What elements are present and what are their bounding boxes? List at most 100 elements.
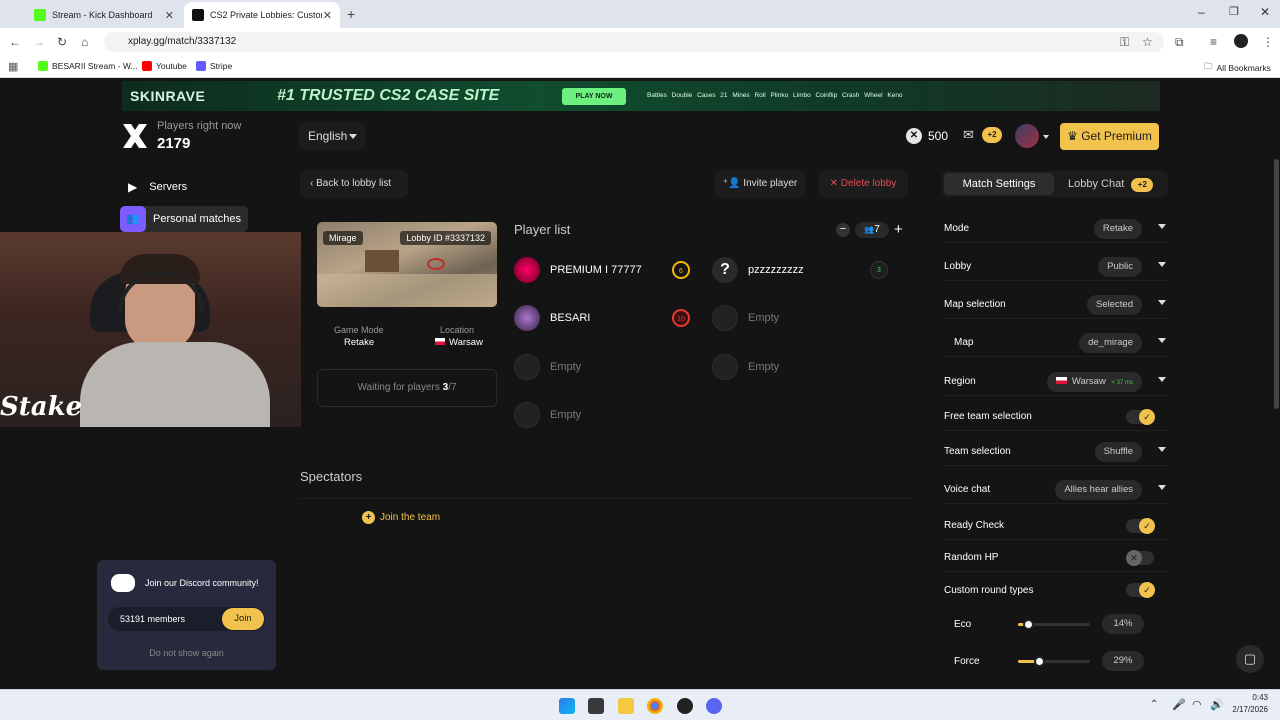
player-slot-empty[interactable]: Empty [712, 303, 888, 333]
setting-lobby[interactable]: Lobby Public [944, 253, 1168, 281]
crown-icon: ♛ [1067, 129, 1078, 143]
setting-value[interactable]: Allies hear allies [1055, 479, 1142, 500]
setting-region[interactable]: Region Warsaw < 37 ms [944, 368, 1168, 396]
profile-avatar[interactable] [1234, 34, 1248, 48]
user-avatar[interactable] [1015, 124, 1039, 148]
toggle-switch[interactable]: ✓ [1126, 582, 1155, 598]
close-tab-icon[interactable]: ✕ [165, 9, 174, 22]
setting-value[interactable]: de_mirage [1079, 332, 1142, 353]
skinrave-ad-banner[interactable]: SKINRAVE #1 TRUSTED CS2 CASE SITE PLAY N… [122, 81, 1160, 111]
close-window-icon[interactable]: ✕ [1260, 5, 1270, 19]
empty-avatar-icon [514, 402, 540, 428]
clock-time[interactable]: 0:43 [1232, 693, 1268, 702]
bookmark-stripe[interactable]: Stripe [196, 61, 232, 71]
chevron-down-icon[interactable] [1043, 135, 1049, 139]
setting-value[interactable]: Public [1098, 256, 1142, 277]
users-icon: 👥 [864, 225, 875, 234]
chevron-up-icon[interactable]: ⌃ [1150, 699, 1158, 710]
tab-lobby-chat[interactable]: Lobby Chat +2 [1068, 173, 1166, 195]
back-icon[interactable]: ← [9, 35, 21, 49]
minimize-icon[interactable]: – [1198, 5, 1205, 19]
banner-play-button[interactable]: PLAY NOW [562, 88, 626, 105]
bookmark-star-icon[interactable]: ☆ [1142, 35, 1153, 49]
player-slot[interactable]: PREMIUM I 77777 6 [514, 255, 690, 285]
language-select[interactable]: English [298, 122, 366, 150]
discord-join-button[interactable]: Join [222, 608, 264, 630]
address-input[interactable]: xplay.gg/match/3337132 [104, 32, 1164, 52]
player-slot-empty[interactable]: Empty [514, 400, 690, 430]
player-slot[interactable]: ? pzzzzzzzzz 3 [712, 255, 888, 285]
close-tab-icon[interactable]: ✕ [323, 9, 332, 22]
invite-player-button[interactable]: ⁺👤 Invite player [714, 170, 806, 198]
file-explorer-icon[interactable] [618, 698, 634, 714]
obs-icon[interactable] [677, 698, 693, 714]
setting-team-selection[interactable]: Team selection Shuffle [944, 438, 1168, 466]
chrome-icon[interactable] [647, 698, 663, 714]
slider-track[interactable] [1018, 656, 1090, 667]
slider-handle[interactable] [1023, 619, 1035, 630]
poland-flag-icon [1055, 376, 1067, 384]
setting-free-team-selection[interactable]: Free team selection ✓ [944, 403, 1168, 431]
setting-ready-check[interactable]: Ready Check ✓ [944, 512, 1168, 540]
setting-map-selection[interactable]: Map selection Selected [944, 291, 1168, 319]
tab-match-settings[interactable]: Match Settings [944, 173, 1054, 195]
join-team-button[interactable]: + Join the team [362, 511, 440, 524]
home-icon[interactable]: ⌂ [81, 35, 88, 49]
support-chat-button[interactable]: ▢ [1236, 645, 1264, 673]
password-key-icon[interactable]: ⚿ [1120, 35, 1129, 50]
task-view-icon[interactable] [588, 698, 604, 714]
media-control-icon[interactable]: ≡ [1210, 35, 1217, 49]
new-tab-icon[interactable]: + [347, 6, 355, 22]
mail-icon[interactable]: ✉ [963, 127, 974, 143]
xplay-logo-icon[interactable] [120, 121, 150, 151]
player-slot[interactable]: BESARI 10 [514, 303, 690, 333]
discord-dismiss-link[interactable]: Do not show again [97, 648, 276, 658]
increase-slots-icon[interactable]: + [894, 221, 903, 238]
wifi-icon[interactable]: ◠ [1192, 698, 1202, 711]
setting-label: Custom round types [944, 584, 1034, 596]
setting-value[interactable]: Shuffle [1094, 441, 1142, 462]
windows-start-icon[interactable] [559, 698, 575, 714]
bookmark-besarii[interactable]: BESARII Stream - W... [38, 61, 138, 71]
restore-icon[interactable]: ❐ [1229, 5, 1239, 18]
coin-icon: ✕ [906, 128, 922, 144]
tab-kick-dashboard[interactable]: Stream - Kick Dashboard ✕ [26, 2, 182, 28]
page-scrollbar[interactable] [1274, 159, 1279, 409]
setting-value[interactable]: Selected [1087, 294, 1142, 315]
setting-value[interactable]: Retake [1093, 218, 1142, 239]
clock-date[interactable]: 2/17/2026 [1222, 705, 1268, 714]
get-premium-button[interactable]: ♛ Get Premium [1060, 123, 1159, 150]
decrease-slots-icon[interactable]: − [836, 223, 850, 237]
back-to-lobby-list-button[interactable]: ‹ Back to lobby list [300, 170, 408, 198]
forward-icon[interactable]: → [33, 35, 45, 49]
setting-random-hp[interactable]: Random HP ✕ [944, 544, 1168, 572]
region-select[interactable]: Warsaw < 37 ms [1046, 371, 1142, 392]
extensions-icon[interactable]: ⧉ [1175, 35, 1184, 50]
map-crate [365, 250, 399, 272]
bookmark-youtube[interactable]: Youtube [142, 61, 187, 71]
sidebar-item-personal-matches[interactable]: 👥 Personal matches [120, 206, 248, 232]
players-now-label: Players right now [157, 120, 242, 132]
toggle-switch[interactable]: ✓ [1126, 518, 1155, 534]
tab-cs2-lobbies[interactable]: CS2 Private Lobbies: Custom M ✕ [184, 2, 340, 28]
player-slot-empty[interactable]: Empty [514, 352, 690, 382]
toggle-switch[interactable]: ✕ [1126, 550, 1154, 566]
setting-mode[interactable]: Mode Retake [944, 215, 1168, 243]
setting-label: Voice chat [944, 484, 991, 495]
sidebar-item-servers[interactable]: ▶ Servers [120, 175, 248, 199]
discord-icon[interactable] [706, 698, 722, 714]
player-slot-empty[interactable]: Empty [712, 352, 888, 382]
setting-map[interactable]: Map de_mirage [944, 329, 1168, 357]
delete-lobby-button[interactable]: ✕ Delete lobby [818, 170, 908, 198]
toggle-switch[interactable]: ✓ [1126, 409, 1155, 425]
microphone-icon[interactable]: 🎤 [1172, 698, 1186, 711]
slider-handle[interactable] [1033, 656, 1045, 667]
slider-track[interactable] [1018, 619, 1090, 630]
all-bookmarks[interactable]: 🗀 All Bookmarks [1204, 61, 1271, 75]
apps-grid-icon[interactable]: ▦ [8, 60, 18, 73]
setting-voice-chat[interactable]: Voice chat Allies hear allies [944, 476, 1168, 504]
tab-label: Match Settings [962, 178, 1036, 190]
menu-kebab-icon[interactable]: ⋮ [1262, 35, 1274, 49]
reload-icon[interactable]: ↻ [57, 35, 67, 49]
setting-custom-round-types[interactable]: Custom round types ✓ [944, 576, 1168, 604]
